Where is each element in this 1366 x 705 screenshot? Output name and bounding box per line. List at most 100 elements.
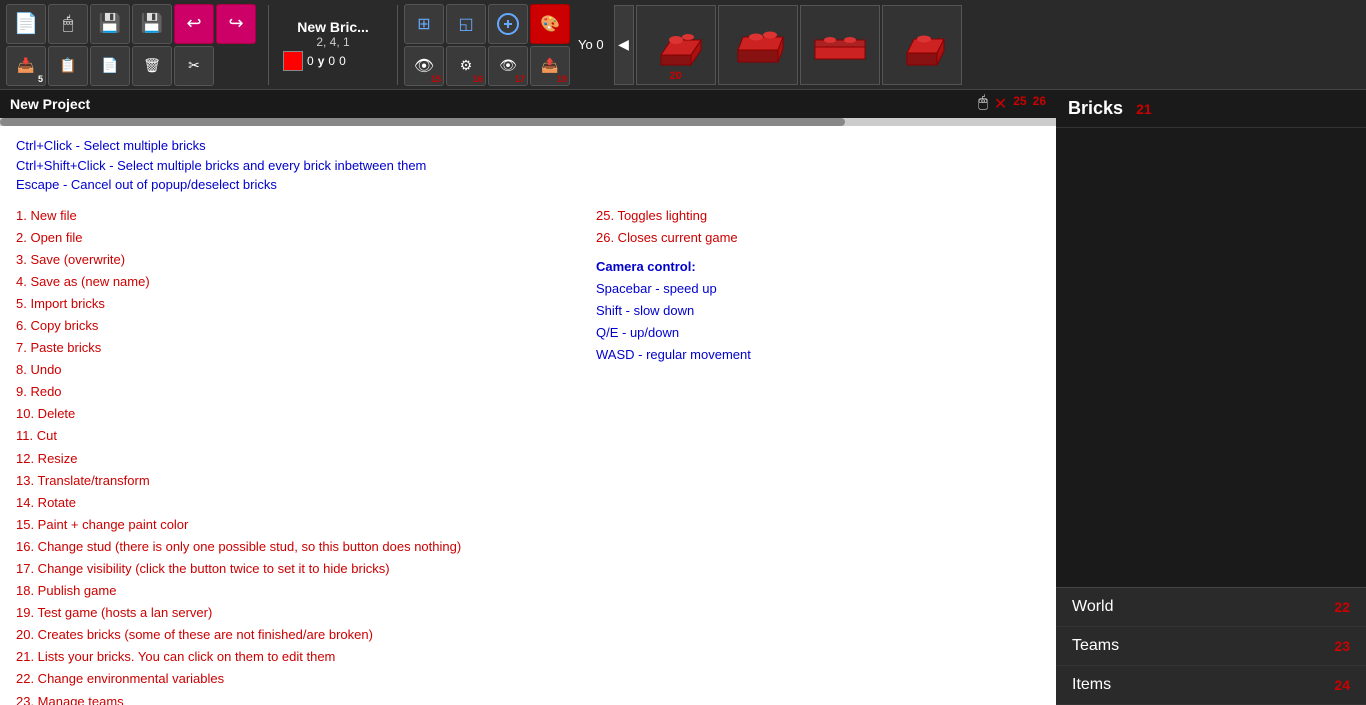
sidebar-item-teams[interactable]: Teams 23 <box>1056 627 1366 666</box>
main-area: New Project 🖱 ✕ 25 26 Ctrl+Click - Selec… <box>0 90 1366 705</box>
redo-button[interactable]: ↪ <box>216 4 256 44</box>
save-overwrite-button[interactable]: 💾 <box>90 4 130 44</box>
close-icon[interactable]: ✕ <box>994 94 1007 114</box>
color-swatch[interactable] <box>283 51 303 71</box>
help-item-left: 1. New file <box>16 205 576 227</box>
publish-button[interactable]: 📤 19 <box>530 46 570 86</box>
help-item-left: 20. Creates bricks (some of these are no… <box>16 624 576 646</box>
help-item-left: 16. Change stud (there is only one possi… <box>16 536 576 558</box>
toolbar: 📄 🖱 💾 💾 ↩ ↪ 📥 5 📋 📄 🗑 <box>0 0 1366 90</box>
delete-button[interactable]: 🗑 <box>132 46 172 86</box>
brick-thumb-22[interactable] <box>800 5 880 85</box>
toolbar-divider-1 <box>268 5 269 85</box>
visibility-button[interactable]: 👁 15 <box>404 46 444 86</box>
project-bar-icons: 🖱 ✕ 25 26 <box>978 94 1046 114</box>
import-bricks-button[interactable]: 📥 5 <box>6 46 46 86</box>
help-item-left: 8. Undo <box>16 359 576 381</box>
help-columns: 1. New file2. Open file3. Save (overwrit… <box>16 205 1040 705</box>
center-info: New Bric... 2, 4, 1 0 y 0 0 <box>273 15 393 75</box>
num-26-label: 26 <box>1033 94 1046 114</box>
help-content: Ctrl+Click - Select multiple bricks Ctrl… <box>0 126 1056 705</box>
sidebar-bottom: World22 Teams 23 Items 24 <box>1056 587 1366 705</box>
help-item-left: 22. Change environmental variables <box>16 668 576 690</box>
brick-nav-left[interactable]: ◀ <box>614 5 634 85</box>
undo-button[interactable]: ↩ <box>174 4 214 44</box>
transform-button[interactable] <box>488 4 528 44</box>
copy-bricks-button[interactable]: 📋 <box>48 46 88 86</box>
sidebar-item-label: World <box>1072 598 1114 616</box>
help-item-left: 14. Rotate <box>16 492 576 514</box>
help-item-right: 25. Toggles lighting <box>596 205 1040 227</box>
paste-bricks-button[interactable]: 📄 <box>90 46 130 86</box>
shortcut-hint-2: Ctrl+Shift+Click - Select multiple brick… <box>16 156 1040 176</box>
open-file-button[interactable]: 🖱 <box>48 4 88 44</box>
help-item-left: 12. Resize <box>16 448 576 470</box>
camera-item: Shift - slow down <box>596 300 1040 322</box>
help-item-left: 7. Paste bricks <box>16 337 576 359</box>
brick-viewer: ◀ 20 <box>610 1 966 89</box>
project-bar: New Project 🖱 ✕ 25 26 <box>0 90 1056 118</box>
content-panel: New Project 🖱 ✕ 25 26 Ctrl+Click - Selec… <box>0 90 1056 705</box>
pos-row: 0 y 0 0 <box>283 51 383 71</box>
paint-button[interactable]: 🎨 <box>530 4 570 44</box>
pos-x: 0 <box>307 54 314 68</box>
coords-display: 2, 4, 1 <box>283 35 383 49</box>
help-item-left: 3. Save (overwrite) <box>16 249 576 271</box>
vis2-button[interactable]: 👁 17 <box>488 46 528 86</box>
shortcut-hints: Ctrl+Click - Select multiple bricks Ctrl… <box>16 136 1040 195</box>
camera-item: WASD - regular movement <box>596 344 1040 366</box>
camera-control-title: Camera control: <box>596 259 1040 274</box>
scroll-track[interactable] <box>0 118 1056 126</box>
select-button[interactable]: ⊞ <box>404 4 444 44</box>
new-file-button[interactable]: 📄 <box>6 4 46 44</box>
toolbar-divider-2 <box>397 5 398 85</box>
help-left: 1. New file2. Open file3. Save (overwrit… <box>16 205 576 705</box>
bricks-grid[interactable] <box>1056 128 1366 587</box>
sidebar-item-world[interactable]: World22 <box>1056 588 1366 627</box>
help-item-left: 2. Open file <box>16 227 576 249</box>
help-item-left: 11. Cut <box>16 425 576 447</box>
camera-item: Q/E - up/down <box>596 322 1040 344</box>
num-25-label: 25 <box>1013 94 1026 114</box>
help-item-left: 13. Translate/transform <box>16 470 576 492</box>
help-right: 25. Toggles lighting26. Closes current g… <box>596 205 1040 705</box>
help-item-left: 19. Test game (hosts a lan server) <box>16 602 576 624</box>
yo-label: Yo 0 <box>572 37 610 52</box>
cut-button[interactable]: ✂ <box>174 46 214 86</box>
right-sidebar: Bricks 21 World22 Teams 23 Items 24 <box>1056 90 1366 705</box>
help-item-left: 15. Paint + change paint color <box>16 514 576 536</box>
brick-thumb-20[interactable]: 20 <box>636 5 716 85</box>
sidebar-item-num: 24 <box>1334 677 1350 693</box>
shortcut-hint-1: Ctrl+Click - Select multiple bricks <box>16 136 1040 156</box>
pos-y: 0 <box>328 54 335 68</box>
help-item-right: 26. Closes current game <box>596 227 1040 249</box>
help-item-left: 18. Publish game <box>16 580 576 602</box>
stud-button[interactable]: ⚙ 16 <box>446 46 486 86</box>
brick-thumb-21[interactable] <box>718 5 798 85</box>
sidebar-item-items[interactable]: Items 24 <box>1056 666 1366 705</box>
right-toolbar-group: ⊞ ◱ 🎨 👁 15 ⚙ 16 👁 17 📤 19 <box>402 2 572 88</box>
scroll-thumb[interactable] <box>0 118 845 126</box>
help-item-left: 6. Copy bricks <box>16 315 576 337</box>
sidebar-item-label: Teams <box>1072 637 1119 655</box>
brick-thumb-23[interactable] <box>882 5 962 85</box>
sidebar-item-num: 23 <box>1334 638 1350 654</box>
bricks-num-21: 21 <box>1136 101 1152 117</box>
shortcut-hint-3: Escape - Cancel out of popup/deselect br… <box>16 175 1040 195</box>
bricks-header: Bricks 21 <box>1056 90 1366 128</box>
help-item-left: 23. Manage teams <box>16 691 576 705</box>
help-item-left: 5. Import bricks <box>16 293 576 315</box>
project-bar-title: New Project <box>10 96 90 112</box>
help-item-left: 17. Change visibility (click the button … <box>16 558 576 580</box>
pos-z: 0 <box>339 54 346 68</box>
left-toolbar-group: 📄 🖱 💾 💾 ↩ ↪ 📥 5 📋 📄 🗑 <box>4 2 264 88</box>
bricks-title: Bricks <box>1068 98 1123 118</box>
pos-label-y: y <box>318 54 325 68</box>
help-item-left: 21. Lists your bricks. You can click on … <box>16 646 576 668</box>
save-as-button[interactable]: 💾 <box>132 4 172 44</box>
minimize-icon[interactable]: 🖱 <box>978 94 988 114</box>
project-name-display: New Bric... <box>283 19 383 35</box>
sidebar-item-label: Items <box>1072 676 1111 694</box>
camera-item: Spacebar - speed up <box>596 278 1040 300</box>
select2-button[interactable]: ◱ <box>446 4 486 44</box>
